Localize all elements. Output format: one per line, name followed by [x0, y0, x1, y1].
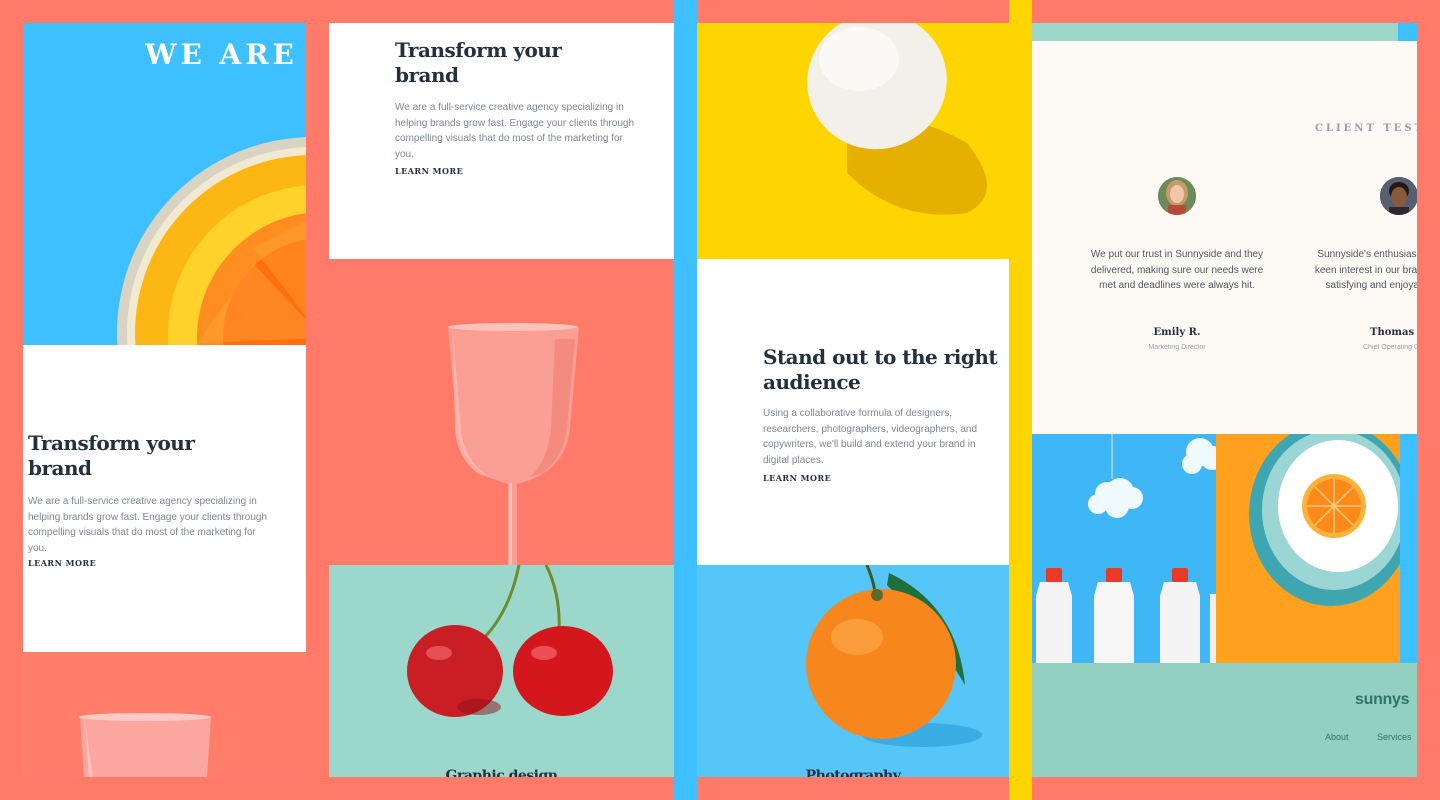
hero-section: WE ARE C	[23, 23, 306, 345]
gallery-milk-bottles	[1032, 434, 1216, 663]
mockup-panel-1: WE ARE C Transform your brand We are a f…	[23, 23, 306, 777]
cherries-image	[407, 565, 613, 717]
testimonial-quote: We put our trust in Sunnyside and they d…	[1090, 249, 1264, 291]
avatar-man-icon	[1380, 177, 1417, 215]
cup-section	[23, 652, 306, 777]
mockup-panel-4: CLIENT TESTI We put our trust in Sunnysi…	[1032, 23, 1417, 777]
section-title: Stand out to the right audience	[763, 345, 998, 394]
section-title: Transform your brand	[395, 38, 562, 87]
blue-corner	[1398, 23, 1417, 41]
footer-logo[interactable]: sunnys	[1355, 691, 1417, 709]
orange-glass-image	[117, 137, 306, 345]
section-body: We are a full-service creative agency sp…	[395, 102, 635, 160]
section-body: We are a full-service creative agency sp…	[28, 496, 268, 554]
avatar-woman-icon	[1158, 177, 1196, 215]
testimonial-quote: Sunnyside's enthusiasm c keen interest i…	[1314, 249, 1417, 291]
testimonials-heading: CLIENT TESTI	[1315, 123, 1417, 134]
learn-more-label: LEARN MORE	[763, 473, 832, 483]
pink-goblet-image	[329, 259, 674, 565]
gallery-orange-plate	[1216, 434, 1400, 663]
orange-plate-image	[1216, 434, 1400, 663]
blue-divider	[674, 0, 697, 800]
egg-image	[807, 23, 987, 215]
egg-section	[697, 23, 1009, 259]
testimonial-role: Marketing Director	[1148, 344, 1206, 351]
graphic-design-section: Graphic design	[329, 565, 674, 777]
hero-headline: WE ARE C	[145, 38, 306, 71]
section-title: Transform your brand	[28, 431, 195, 480]
gallery-blue-edge	[1400, 434, 1417, 663]
orange-fruit-image	[806, 565, 982, 747]
service-caption: Graphic design	[445, 768, 558, 777]
mockup-panel-3: Stand out to the right audience Using a …	[697, 23, 1009, 777]
footer: sunnys About Services	[1032, 663, 1417, 777]
footer-link-about[interactable]: About	[1325, 732, 1349, 742]
avatar	[1158, 177, 1196, 215]
mint-top-strip	[1032, 23, 1417, 41]
testimonial-name: Thomas S	[1370, 327, 1417, 338]
learn-more-label: LEARN MORE	[395, 166, 464, 176]
avatar	[1380, 177, 1417, 215]
testimonial-name: Emily R.	[1153, 327, 1201, 338]
milk-bottles-image	[1032, 434, 1216, 663]
learn-more-label: LEARN MORE	[28, 558, 97, 568]
goblet-section	[329, 259, 674, 565]
pink-cup-image	[79, 713, 211, 777]
mockup-panel-2: Transform your brand We are a full-servi…	[329, 23, 674, 777]
yellow-divider	[1009, 0, 1032, 800]
learn-more-link[interactable]: LEARN MORE	[761, 473, 834, 483]
service-caption: Photography	[805, 768, 901, 777]
section-body: Using a collaborative formula of designe…	[763, 408, 978, 466]
learn-more-link[interactable]: LEARN MORE	[393, 166, 466, 176]
testimonial-role: Chief Operating O	[1363, 344, 1417, 351]
learn-more-link[interactable]: LEARN MORE	[26, 558, 99, 568]
photography-section: Photography	[697, 565, 1009, 777]
footer-link-services[interactable]: Services	[1377, 732, 1412, 742]
